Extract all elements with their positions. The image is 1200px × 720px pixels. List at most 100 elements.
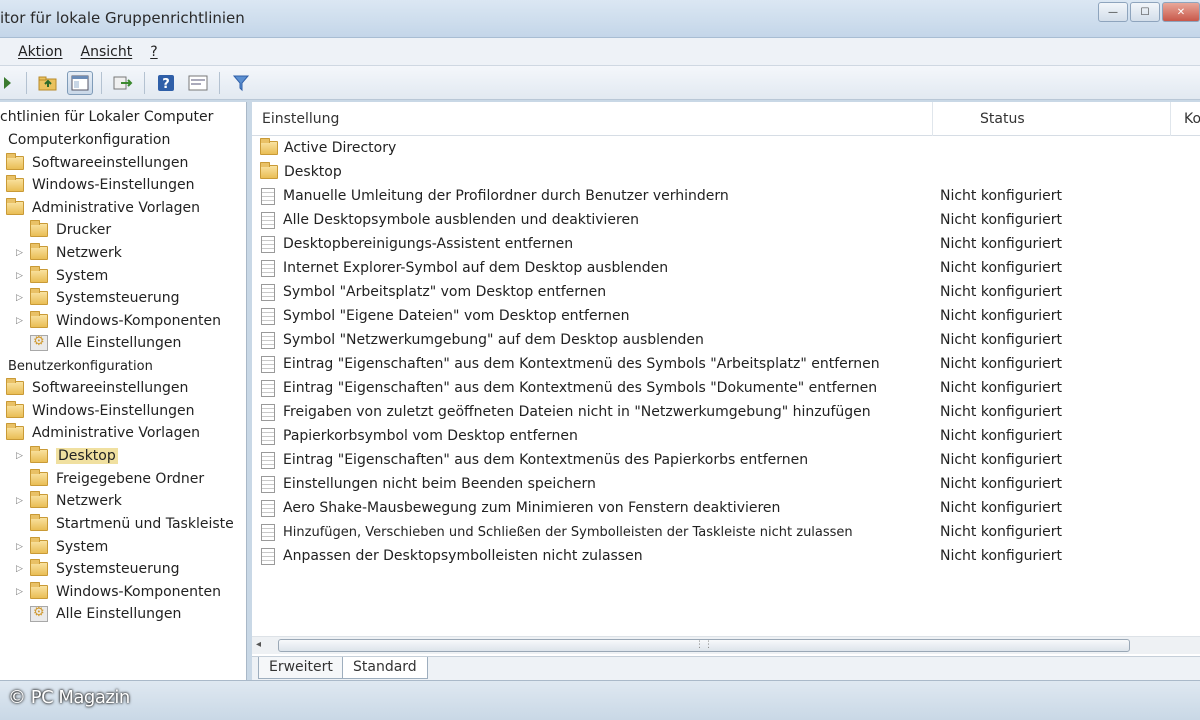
tree-item-desktop[interactable]: ▷ Desktop xyxy=(16,445,118,467)
minimize-button[interactable]: — xyxy=(1098,2,1128,22)
tree-item[interactable]: ▷ Systemsteuerung xyxy=(16,558,179,580)
folder-icon xyxy=(6,423,24,440)
menu-ansicht[interactable]: Ansicht xyxy=(81,44,133,60)
column-divider[interactable] xyxy=(932,102,933,136)
expand-arrow-icon[interactable]: ▷ xyxy=(16,316,30,326)
tree-item[interactable]: Softwareeinstellungen xyxy=(6,377,188,399)
export-icon[interactable] xyxy=(110,71,136,95)
folder-icon xyxy=(30,469,48,486)
maximize-button[interactable]: ☐ xyxy=(1130,2,1160,22)
tab-standard[interactable]: Standard xyxy=(342,657,428,679)
policy-setting-icon xyxy=(261,331,275,349)
folder-icon xyxy=(30,288,48,305)
all-settings-icon xyxy=(30,334,48,351)
column-header-status[interactable]: Status xyxy=(980,111,1025,127)
close-button[interactable]: ✕ xyxy=(1162,2,1200,22)
back-icon[interactable] xyxy=(0,71,14,95)
scroll-left-icon[interactable]: ◂ xyxy=(256,639,261,650)
tree-item[interactable]: Administrative Vorlagen xyxy=(6,197,200,219)
watermark: © PC Magazin xyxy=(8,687,130,708)
expand-arrow-icon[interactable]: ▷ xyxy=(16,496,30,506)
folder-up-icon[interactable] xyxy=(35,71,61,95)
tree-root[interactable]: chtlinien für Lokaler Computer xyxy=(0,106,213,128)
expand-arrow-icon[interactable]: ▷ xyxy=(16,451,30,461)
tree-item[interactable]: Windows-Einstellungen xyxy=(6,174,194,196)
folder-icon xyxy=(260,138,278,155)
tree-item[interactable]: ▷ Netzwerk xyxy=(16,490,122,512)
policy-setting-icon xyxy=(261,235,275,253)
list-folder-row[interactable]: Desktop xyxy=(252,160,1200,184)
policy-setting-icon xyxy=(261,499,275,517)
tree-item[interactable]: Freigegebene Ordner xyxy=(16,468,204,490)
folder-icon xyxy=(30,311,48,328)
folder-icon xyxy=(30,582,48,599)
tree-item[interactable]: ▷ Netzwerk xyxy=(16,242,122,264)
expand-arrow-icon[interactable]: ▷ xyxy=(16,587,30,597)
horizontal-scrollbar[interactable]: ◂ ⋮⋮ xyxy=(252,636,1200,654)
table-row[interactable]: Eintrag "Eigenschaften" aus dem Kontextm… xyxy=(252,376,1200,400)
tree-item[interactable]: Alle Einstellungen xyxy=(16,332,181,354)
scrollbar-thumb[interactable]: ⋮⋮ xyxy=(278,639,1130,652)
column-header-kommentar[interactable]: Ko xyxy=(1184,111,1200,127)
table-row[interactable]: Symbol "Eigene Dateien" vom Desktop entf… xyxy=(252,304,1200,328)
table-row[interactable]: Hinzufügen, Verschieben und Schließen de… xyxy=(252,520,1200,544)
tree-item[interactable]: ▷ System xyxy=(16,536,108,558)
toolbar-separator xyxy=(101,71,102,94)
filter-icon[interactable] xyxy=(228,71,254,95)
table-row[interactable]: Eintrag "Eigenschaften" aus dem Kontextm… xyxy=(252,352,1200,376)
table-row[interactable]: Manuelle Umleitung der Profilordner durc… xyxy=(252,184,1200,208)
table-row[interactable]: Papierkorbsymbol vom Desktop entfernen Ni… xyxy=(252,424,1200,448)
table-row[interactable]: Internet Explorer-Symbol auf dem Desktop… xyxy=(252,256,1200,280)
column-header-einstellung[interactable]: Einstellung xyxy=(262,111,339,127)
column-divider[interactable] xyxy=(1170,102,1171,136)
tree-item[interactable]: Administrative Vorlagen xyxy=(6,422,200,444)
tree-item[interactable]: Softwareeinstellungen xyxy=(6,152,188,174)
toolbar-separator xyxy=(219,71,220,94)
menu-aktion[interactable]: Aktion xyxy=(18,44,63,60)
table-row[interactable]: Aero Shake-Mausbewegung zum Minimieren v… xyxy=(252,496,1200,520)
expand-arrow-icon[interactable]: ▷ xyxy=(16,564,30,574)
policy-setting-icon xyxy=(261,307,275,325)
table-row[interactable]: Einstellungen nicht beim Beenden speiche… xyxy=(252,472,1200,496)
expand-arrow-icon[interactable]: ▷ xyxy=(16,293,30,303)
tree-item[interactable]: Drucker xyxy=(16,219,111,241)
properties-icon[interactable] xyxy=(185,71,211,95)
tree-item[interactable]: ▷ Systemsteuerung xyxy=(16,287,179,309)
tree-item[interactable]: ▷ System xyxy=(16,265,108,287)
help-icon[interactable]: ? xyxy=(153,71,179,95)
policy-setting-icon xyxy=(261,427,275,445)
user-config-label: Benutzerkonfiguration xyxy=(8,358,153,374)
toolbar-separator xyxy=(26,71,27,94)
table-row[interactable]: Desktopbereinigungs-Assistent entfernen N… xyxy=(252,232,1200,256)
table-row[interactable]: Freigaben von zuletzt geöffneten Dateien… xyxy=(252,400,1200,424)
folder-icon xyxy=(30,243,48,260)
console-tree-icon[interactable] xyxy=(67,70,93,95)
tree-item[interactable]: ▷ Windows-Komponenten xyxy=(16,310,221,332)
table-row[interactable]: Symbol "Arbeitsplatz" vom Desktop entfer… xyxy=(252,280,1200,304)
window-controls: — ☐ ✕ xyxy=(1096,2,1200,22)
table-row[interactable]: Eintrag "Eigenschaften" aus dem Kontextm… xyxy=(252,448,1200,472)
table-row[interactable]: Symbol "Netzwerkumgebung" auf dem Deskto… xyxy=(252,328,1200,352)
tree-item[interactable]: ▷ Windows-Komponenten xyxy=(16,581,221,603)
tree-item[interactable]: Alle Einstellungen xyxy=(16,603,181,625)
tree-item[interactable]: Startmenü und Taskleiste xyxy=(16,513,234,535)
table-row[interactable]: Alle Desktopsymbole ausblenden und deakt… xyxy=(252,208,1200,232)
expand-arrow-icon[interactable]: ▷ xyxy=(16,248,30,258)
tab-erweitert[interactable]: Erweitert xyxy=(258,657,344,679)
list-header: Einstellung Status Ko xyxy=(252,102,1200,136)
toolbar-separator xyxy=(144,71,145,94)
title-bar: itor für lokale Gruppenrichtlinien — ☐ ✕ xyxy=(0,0,1200,38)
policy-setting-icon xyxy=(261,259,275,277)
tree-user-config[interactable]: Benutzerkonfiguration xyxy=(0,355,153,377)
policy-setting-icon xyxy=(261,187,275,205)
tree-computer-config[interactable]: Computerkonfiguration xyxy=(0,129,170,151)
expand-arrow-icon[interactable]: ▷ xyxy=(16,542,30,552)
policy-setting-icon xyxy=(261,451,275,469)
list-folder-row[interactable]: Active Directory xyxy=(252,136,1200,160)
menu-help[interactable]: ? xyxy=(150,44,157,60)
tree-item[interactable]: Windows-Einstellungen xyxy=(6,400,194,422)
folder-icon xyxy=(6,198,24,215)
expand-arrow-icon[interactable]: ▷ xyxy=(16,271,30,281)
table-row[interactable]: Anpassen der Desktopsymbolleisten nicht … xyxy=(252,544,1200,568)
folder-icon xyxy=(30,446,48,463)
